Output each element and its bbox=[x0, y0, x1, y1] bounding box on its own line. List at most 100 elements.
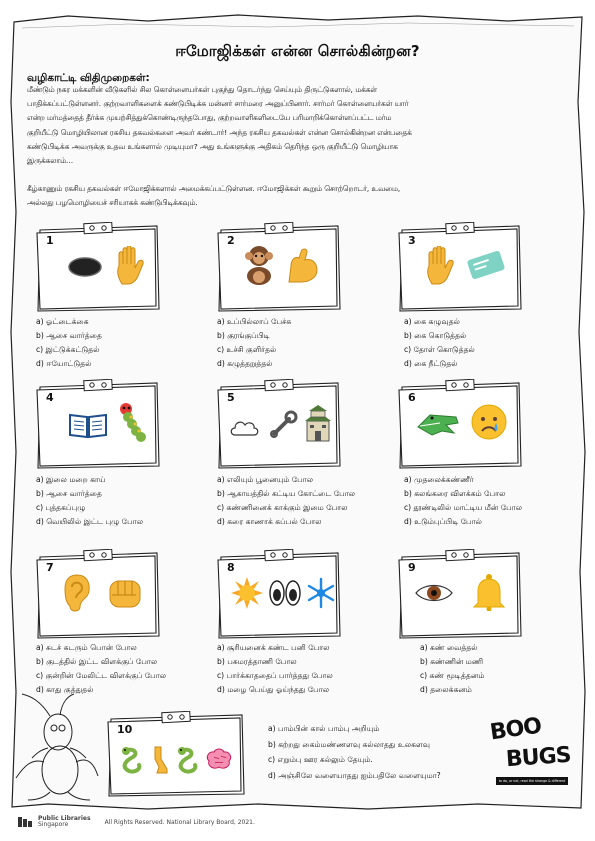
puzzle-card-7: 7 bbox=[36, 549, 160, 639]
puzzle-number: 10 bbox=[117, 723, 133, 736]
puzzle-card-2: 2 bbox=[217, 222, 341, 312]
option-d[interactable]: d) உடும்புப்பிடி போல் bbox=[404, 515, 522, 529]
option-d[interactable]: d) கரை காணாக் கப்பல் போல bbox=[217, 515, 355, 529]
nlb-brand: Public Libraries Singapore bbox=[38, 816, 91, 828]
option-c[interactable]: c) தோள் கொடுத்தல் bbox=[404, 343, 475, 357]
option-b[interactable]: b) ஆசை வார்த்தை bbox=[36, 487, 143, 501]
options-list-9: a) கண் வைத்தல் b) கண்ணின் மணி c) கண் மூட… bbox=[420, 641, 484, 697]
story-line: பாதிக்கப்பட்டுள்ளனர். குற்றவாளிகளைக் கண்… bbox=[27, 99, 409, 109]
option-c[interactable]: c) கண்ணினைக் காக்கும் இமை போல bbox=[217, 501, 355, 515]
puzzle-number: 1 bbox=[46, 234, 54, 247]
option-a[interactable]: a) ஓட்டைக்கை bbox=[36, 315, 102, 329]
options-list-6: a) முதலைக்கண்ணீர் b) கலங்கரை விளக்கம் போ… bbox=[404, 473, 522, 529]
pin-hole bbox=[451, 552, 457, 558]
option-c[interactable]: c) பார்க்காததைப் பார்த்தது போல bbox=[217, 669, 333, 683]
option-d[interactable]: d) ஈயோட்டுதல் bbox=[36, 357, 102, 371]
option-a[interactable]: a) சுடச் சுடரும் பொன் போல bbox=[36, 641, 166, 655]
pin-hole bbox=[270, 225, 276, 231]
option-d[interactable]: d) வெயிலில் இட்ட புழு போல bbox=[36, 515, 143, 529]
puzzle-card-8: 8 bbox=[217, 549, 341, 639]
option-b[interactable]: b) குடத்தில் இட்ட விளக்குப் போல bbox=[36, 655, 166, 669]
pin-tab bbox=[445, 549, 475, 562]
option-b[interactable]: b) கற்றது கைம்மண்ணளவு கல்லாதது உலகளவு bbox=[268, 737, 441, 753]
option-a[interactable]: a) முதலைக்கண்ணீர் bbox=[404, 473, 522, 487]
logo-tagline: to do, or not, read the strange & differ… bbox=[496, 777, 568, 785]
pin-tab bbox=[264, 379, 294, 392]
option-d[interactable]: d) மழை பெய்து ஓய்ந்தது போல bbox=[217, 683, 333, 697]
puzzle-number: 7 bbox=[46, 561, 54, 574]
pin-tab bbox=[445, 379, 475, 392]
page-title: ஈமோஜிக்கள் என்ன சொல்கின்றன? bbox=[175, 42, 420, 60]
puzzle-card-5: 5 bbox=[217, 379, 341, 469]
options-list-1: a) ஓட்டைக்கை b) ஆசை வார்த்தை c) இட்டுக்க… bbox=[36, 315, 102, 371]
option-b[interactable]: b) குரங்குப்பிடி bbox=[217, 329, 291, 343]
story-line: மீண்டும் நகர மக்களின் வீடுகளில் சில கொள்… bbox=[27, 85, 377, 94]
pin-hole bbox=[89, 552, 95, 558]
puzzle-number: 3 bbox=[408, 234, 416, 247]
puzzle-number: 4 bbox=[46, 391, 54, 404]
pin-hole bbox=[282, 225, 288, 231]
option-a[interactable]: a) இலை மறை காய் bbox=[36, 473, 143, 487]
option-c[interactable]: c) தூண்டிலில் மாட்டிய மீன் போல bbox=[404, 501, 522, 515]
option-d[interactable]: d) கை நீட்டுதல் bbox=[404, 357, 475, 371]
book-bugs-logo: BOO BUGS to do, or not, read the strange… bbox=[488, 713, 575, 807]
puzzle-card-1: 1 bbox=[36, 222, 160, 312]
pin-hole bbox=[101, 382, 107, 388]
option-c[interactable]: c) இட்டுக்கட்டுதல் bbox=[36, 343, 102, 357]
option-d[interactable]: d) கழுத்தறுத்தல் bbox=[217, 357, 291, 371]
logo-line-1: BOO bbox=[488, 713, 543, 746]
option-a[interactable]: a) கை கழுவுதல் bbox=[404, 315, 475, 329]
option-c[interactable]: c) புத்தகப்புழு bbox=[36, 501, 143, 515]
raised-hand-emoji bbox=[427, 246, 454, 285]
pin-hole bbox=[463, 552, 469, 558]
option-c[interactable]: c) கண் மூடித்தனம் bbox=[420, 669, 484, 683]
nlb-logo-icon bbox=[18, 817, 32, 827]
option-b[interactable]: b) கண்ணின் மணி bbox=[420, 655, 484, 669]
leg-emoji bbox=[154, 746, 168, 774]
copyright: All Rights Reserved. National Library Bo… bbox=[104, 818, 255, 826]
option-b[interactable]: b) கலங்கரை விளக்கம் போல bbox=[404, 487, 522, 501]
option-b[interactable]: b) பசுமரத்தாணி போல bbox=[217, 655, 333, 669]
option-a[interactable]: a) எலியும் பூனையும் போல bbox=[217, 473, 355, 487]
pinned-note-frame bbox=[217, 222, 341, 312]
option-a[interactable]: a) உப்பில்லாப் பேச்சு bbox=[217, 315, 291, 329]
brain-emoji bbox=[206, 748, 232, 769]
monkey-emoji bbox=[245, 246, 273, 285]
option-b[interactable]: b) ஆசை வார்த்தை bbox=[36, 329, 102, 343]
option-b[interactable]: b) கை கொடுத்தல் bbox=[404, 329, 475, 343]
task-line: கீழ்காணும் ரகசிய தகவல்கள் ஈமோஜிக்களால் அ… bbox=[27, 184, 401, 193]
options-list-3: a) கை கழுவுதல் b) கை கொடுத்தல் c) தோள் க… bbox=[404, 315, 475, 371]
option-c[interactable]: c) எறும்பு ஊர கல்லும் தேயும். bbox=[268, 752, 441, 768]
story-line: இருக்கலாம்… bbox=[27, 156, 74, 166]
pin-tab bbox=[161, 711, 191, 724]
option-a[interactable]: a) பாம்பின் கால் பாம்பு அறியும் bbox=[268, 721, 441, 737]
flexed-biceps-emoji bbox=[288, 248, 318, 283]
pin-tab bbox=[83, 379, 113, 392]
puzzle-number: 8 bbox=[227, 561, 235, 574]
raised-hand-emoji bbox=[117, 246, 144, 285]
story-line: என்ற மர்மத்தைத் தீர்க்க முயற்சித்துக்கொண… bbox=[27, 113, 392, 123]
option-a[interactable]: a) சூரியனைக் கண்ட பனி போல bbox=[217, 641, 333, 655]
options-list-8: a) சூரியனைக் கண்ட பனி போல b) பசுமரத்தாணி… bbox=[217, 641, 333, 697]
option-b[interactable]: b) ஆகாயத்தில் கட்டிய கோட்டை போல bbox=[217, 487, 355, 501]
puzzle-card-3: 3 bbox=[398, 222, 522, 312]
pin-hole bbox=[101, 552, 107, 558]
crying-face-emoji bbox=[471, 404, 507, 440]
pin-tab bbox=[445, 222, 475, 235]
bell-emoji bbox=[472, 574, 506, 611]
option-c[interactable]: c) குன்றின் மேலிட்ட விளக்குப் போல bbox=[36, 669, 166, 683]
bug-emoji bbox=[120, 403, 146, 442]
sun-emoji bbox=[231, 577, 263, 609]
nlb-brand-line-2: Singapore bbox=[38, 821, 69, 828]
option-c[interactable]: c) உச்சி குளிர்தல் bbox=[217, 343, 291, 357]
option-a[interactable]: a) கண் வைத்தல் bbox=[420, 641, 484, 655]
pin-hole bbox=[167, 714, 173, 720]
option-d[interactable]: d) அஞ்சிலே வளையாதது ஐம்பதிலே வளையுமா? bbox=[268, 768, 441, 784]
footer: Public Libraries Singapore All Rights Re… bbox=[18, 816, 255, 828]
options-list-10: a) பாம்பின் கால் பாம்பு அறியும் b) கற்றத… bbox=[268, 721, 441, 783]
pin-hole bbox=[270, 382, 276, 388]
story-paragraph: மீண்டும் நகர மக்களின் வீடுகளில் சில கொள்… bbox=[27, 83, 567, 168]
puzzle-card-6: 6 bbox=[398, 379, 522, 469]
option-d[interactable]: d) தலைக்கனம் bbox=[420, 683, 484, 697]
options-list-5: a) எலியும் பூனையும் போல b) ஆகாயத்தில் கட… bbox=[217, 473, 355, 529]
